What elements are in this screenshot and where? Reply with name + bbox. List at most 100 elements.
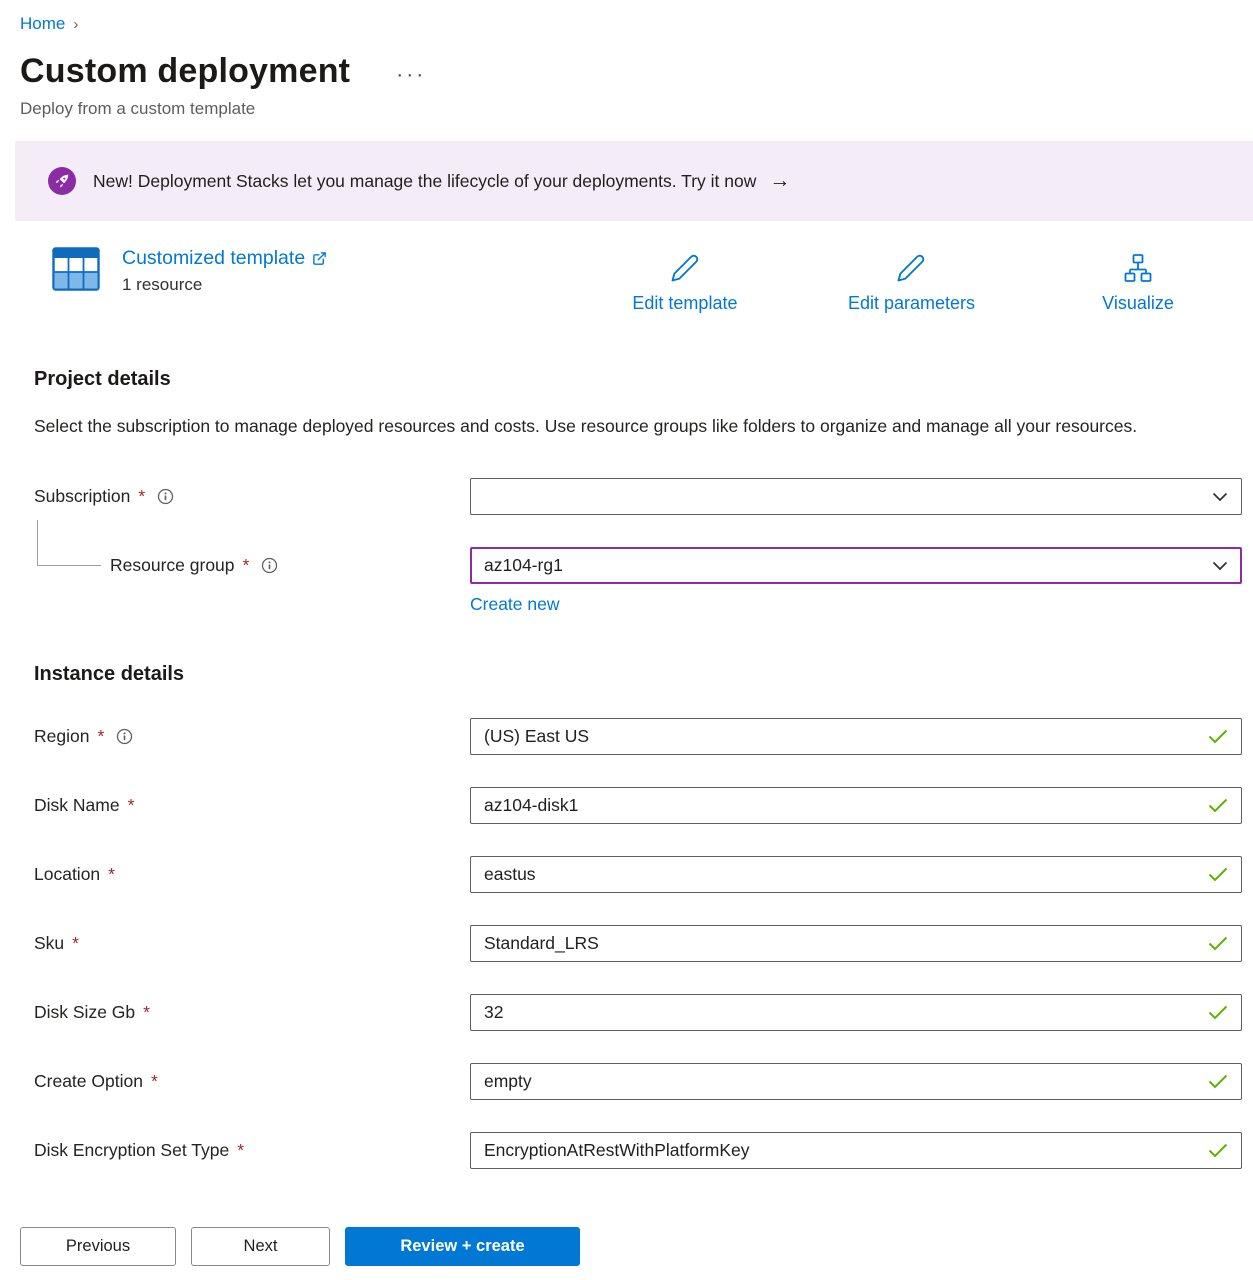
location-input[interactable]: eastus (470, 856, 1242, 893)
custom-deployment-page: Home › Custom deployment ··· Deploy from… (0, 0, 1253, 1280)
rocket-icon (48, 167, 76, 195)
visualize-label: Visualize (1102, 293, 1174, 314)
required-marker: * (128, 795, 135, 816)
subscription-label-text: Subscription (34, 486, 130, 507)
required-marker: * (97, 726, 104, 747)
required-marker: * (138, 486, 145, 507)
project-details-heading: Project details (34, 368, 1253, 391)
sku-label-text: Sku (34, 933, 64, 954)
arrow-right-icon[interactable]: → (769, 169, 790, 193)
resource-group-dropdown[interactable]: az104-rg1 (470, 547, 1242, 584)
disk-encryption-set-type-label-text: Disk Encryption Set Type (34, 1140, 229, 1161)
create-option-input[interactable]: empty (470, 1063, 1242, 1100)
sku-row: Sku * Standard_LRS (34, 925, 1242, 962)
location-row: Location* eastus (34, 856, 1242, 893)
template-card: Customized template 1 resource Edit temp… (52, 247, 1193, 314)
subscription-row: Subscription * (34, 478, 1242, 515)
edit-template-button[interactable]: Edit template (630, 253, 740, 314)
disk-encryption-set-type-label: Disk Encryption Set Type * (34, 1140, 470, 1161)
page-subtitle: Deploy from a custom template (20, 99, 1253, 119)
banner-message: New! Deployment Stacks let you manage th… (93, 171, 756, 192)
more-menu-button[interactable]: ··· (396, 57, 426, 87)
pencil-icon (670, 253, 700, 288)
info-icon[interactable] (261, 557, 278, 574)
project-details-description: Select the subscription to manage deploy… (34, 411, 1184, 442)
disk-name-value: az104-disk1 (484, 795, 1198, 816)
org-chart-icon (1123, 253, 1153, 288)
next-button[interactable]: Next (191, 1227, 330, 1266)
location-label-text: Location (34, 864, 100, 885)
create-option-value: empty (484, 1071, 1198, 1092)
resource-group-label: Resource group * (110, 555, 470, 576)
disk-size-gb-row: Disk Size Gb*32 (34, 994, 1242, 1031)
review-create-button[interactable]: Review + create (345, 1227, 580, 1266)
chevron-down-icon (1212, 561, 1228, 571)
disk-encryption-set-type-row: Disk Encryption Set Type * EncryptionAtRes… (34, 1132, 1242, 1169)
region-input[interactable]: (US) East US (470, 718, 1242, 755)
valid-check-icon (1208, 1005, 1228, 1020)
valid-check-icon (1208, 798, 1228, 813)
template-actions: Edit template Edit parameters (630, 253, 1193, 314)
location-value: eastus (484, 864, 1198, 885)
template-grid-icon (52, 247, 100, 296)
page-title: Custom deployment (20, 52, 350, 91)
create-option-label-text: Create Option (34, 1071, 143, 1092)
instance-details-form: Region * (US) East US Disk Name * az104-disk1… (0, 718, 1253, 1169)
customized-template-link[interactable]: Customized template (122, 247, 327, 270)
breadcrumb-home-link[interactable]: Home (20, 14, 65, 34)
pencil-icon (896, 253, 926, 288)
previous-button[interactable]: Previous (20, 1227, 176, 1266)
disk-name-input[interactable]: az104-disk1 (470, 787, 1242, 824)
edit-parameters-button[interactable]: Edit parameters (848, 253, 975, 314)
required-marker: * (237, 1140, 244, 1161)
customized-template-label: Customized template (122, 247, 305, 270)
disk-name-label-text: Disk Name (34, 795, 120, 816)
required-marker: * (243, 555, 250, 576)
visualize-button[interactable]: Visualize (1083, 253, 1193, 314)
breadcrumb-separator-icon: › (73, 16, 78, 33)
edit-parameters-label: Edit parameters (848, 293, 975, 314)
create-new-row: Create new (470, 594, 1253, 615)
region-label: Region * (34, 726, 470, 747)
disk-size-gb-input[interactable]: 32 (470, 994, 1242, 1031)
resource-count: 1 resource (122, 275, 327, 295)
external-link-icon (312, 251, 327, 266)
valid-check-icon (1208, 867, 1228, 882)
title-row: Custom deployment ··· (20, 52, 1253, 91)
resource-group-value: az104-rg1 (484, 555, 1202, 576)
deployment-stacks-banner[interactable]: New! Deployment Stacks let you manage th… (15, 141, 1253, 221)
resource-group-row: Resource group * az104-rg1 (34, 547, 1242, 584)
valid-check-icon (1208, 1143, 1228, 1158)
instance-details-heading: Instance details (34, 663, 1253, 686)
region-row: Region * (US) East US (34, 718, 1242, 755)
required-marker: * (143, 1002, 150, 1023)
required-marker: * (151, 1071, 158, 1092)
disk-size-gb-value: 32 (484, 1002, 1198, 1023)
disk-encryption-set-type-value: EncryptionAtRestWithPlatformKey (484, 1140, 1198, 1161)
footer-bar: Previous Next Review + create (0, 1212, 1253, 1280)
sku-label: Sku * (34, 933, 470, 954)
chevron-down-icon (1212, 492, 1228, 502)
create-option-label: Create Option * (34, 1071, 470, 1092)
region-label-text: Region (34, 726, 89, 747)
resource-group-label-text: Resource group (110, 555, 235, 576)
required-marker: * (72, 933, 79, 954)
disk-name-row: Disk Name * az104-disk1 (34, 787, 1242, 824)
sku-value: Standard_LRS (484, 933, 1198, 954)
subscription-label: Subscription * (34, 486, 470, 507)
hierarchy-connector-line (37, 520, 101, 566)
info-icon[interactable] (157, 488, 174, 505)
valid-check-icon (1208, 936, 1228, 951)
create-new-link[interactable]: Create new (470, 594, 560, 614)
subscription-dropdown[interactable] (470, 478, 1242, 515)
sku-input[interactable]: Standard_LRS (470, 925, 1242, 962)
disk-encryption-set-type-input[interactable]: EncryptionAtRestWithPlatformKey (470, 1132, 1242, 1169)
valid-check-icon (1208, 729, 1228, 744)
disk-name-label: Disk Name * (34, 795, 470, 816)
region-value: (US) East US (484, 726, 1198, 747)
location-label: Location* (34, 864, 470, 885)
edit-template-label: Edit template (632, 293, 737, 314)
breadcrumb: Home › (20, 14, 1253, 34)
info-icon[interactable] (116, 728, 133, 745)
valid-check-icon (1208, 1074, 1228, 1089)
